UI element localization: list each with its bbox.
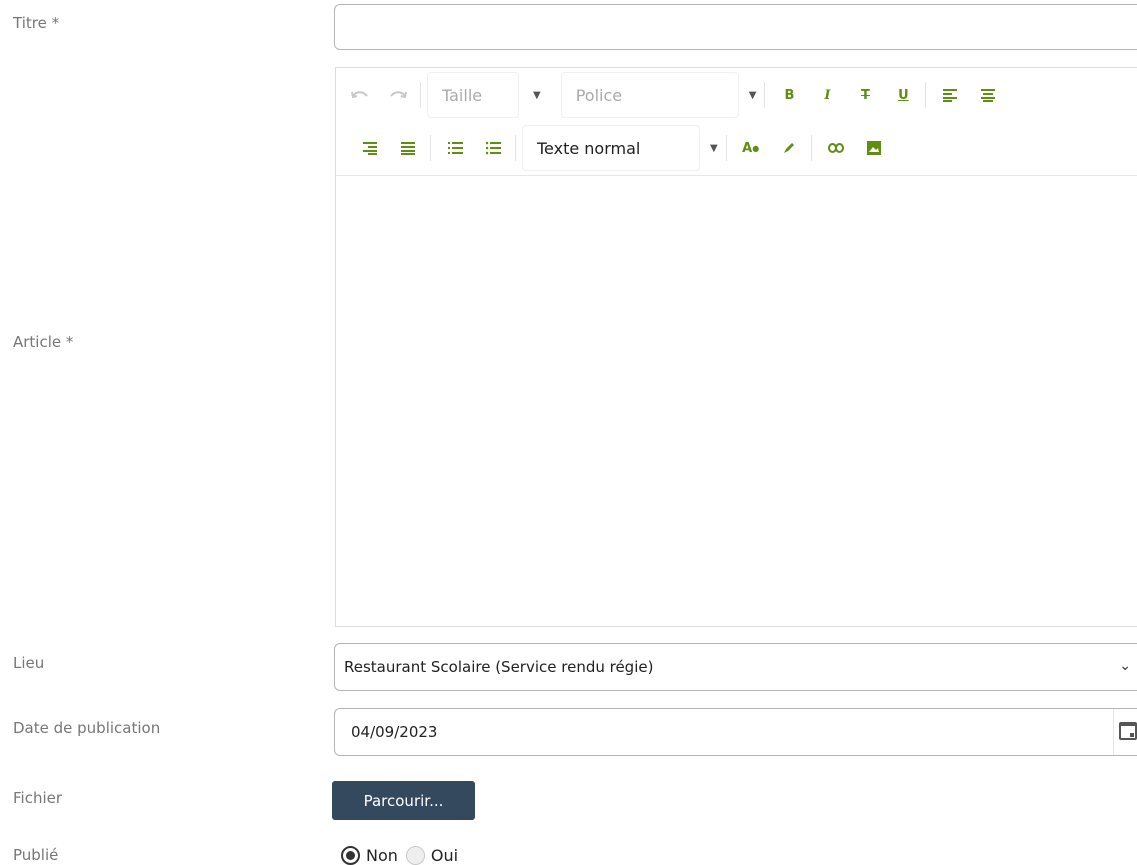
article-label: Article *	[13, 333, 74, 351]
italic-icon[interactable]: I	[813, 81, 841, 109]
radio-non-label: Non	[366, 846, 398, 865]
fichier-label: Fichier	[13, 789, 63, 807]
divider	[1113, 709, 1114, 755]
font-color-glyph: A	[742, 140, 753, 156]
article-body[interactable]	[336, 176, 1137, 626]
lieu-label: Lieu	[13, 654, 45, 672]
link-icon[interactable]	[822, 134, 850, 162]
image-icon[interactable]	[860, 134, 888, 162]
lieu-value: Restaurant Scolaire (Service rendu régie…	[344, 658, 654, 676]
ordered-list-icon[interactable]	[441, 134, 469, 162]
strikethrough-icon[interactable]: T	[851, 81, 879, 109]
font-color-icon[interactable]: A ●	[737, 134, 765, 162]
toolbar-row-1: Taille ▼ Police ▼ B I T U	[336, 71, 1002, 119]
toolbar-separator	[420, 82, 421, 108]
align-right-icon[interactable]	[356, 134, 384, 162]
lieu-select[interactable]: Restaurant Scolaire (Service rendu régie…	[334, 643, 1137, 691]
size-caret-icon[interactable]: ▼	[533, 90, 541, 101]
date-label: Date de publication	[13, 719, 161, 737]
article-editor: Taille ▼ Police ▼ B I T U Texte normal ▼…	[335, 67, 1137, 627]
radio-non[interactable]	[341, 846, 360, 865]
style-select[interactable]: Texte normal	[522, 125, 700, 171]
toolbar-separator	[430, 135, 431, 161]
bold-icon[interactable]: B	[775, 81, 803, 109]
publie-label: Publié	[13, 846, 59, 864]
toolbar-separator	[925, 82, 927, 108]
toolbar-separator	[725, 135, 727, 161]
radio-oui-label: Oui	[430, 846, 459, 865]
publie-radio-group: Non Oui	[341, 846, 466, 865]
toolbar-separator	[810, 135, 812, 161]
bullet-list-icon[interactable]	[479, 134, 507, 162]
font-caret-icon[interactable]: ▼	[749, 90, 757, 101]
undo-icon[interactable]	[346, 81, 374, 109]
browse-button[interactable]: Parcourir...	[332, 781, 475, 820]
calendar-icon[interactable]	[1119, 722, 1137, 740]
font-select[interactable]: Police	[560, 72, 739, 118]
toolbar-separator	[515, 135, 516, 161]
chevron-down-icon: ⌄	[1119, 658, 1131, 674]
toolbar-separator	[764, 82, 766, 108]
align-center-icon[interactable]	[974, 81, 1002, 109]
redo-icon[interactable]	[384, 81, 412, 109]
align-left-icon[interactable]	[936, 81, 964, 109]
titre-input[interactable]	[334, 4, 1137, 50]
editor-toolbar: Taille ▼ Police ▼ B I T U Texte normal ▼…	[336, 68, 1137, 176]
date-value: 04/09/2023	[351, 723, 438, 741]
style-caret-icon[interactable]: ▼	[710, 143, 718, 154]
align-justify-icon[interactable]	[394, 134, 422, 162]
titre-label: Titre *	[13, 14, 60, 32]
size-select[interactable]: Taille	[427, 72, 519, 118]
toolbar-row-2: Texte normal ▼ A ●	[336, 124, 888, 172]
highlighter-icon[interactable]	[775, 134, 803, 162]
underline-icon[interactable]: U	[889, 81, 917, 109]
date-input[interactable]: 04/09/2023	[334, 708, 1137, 756]
radio-oui[interactable]	[405, 846, 425, 865]
